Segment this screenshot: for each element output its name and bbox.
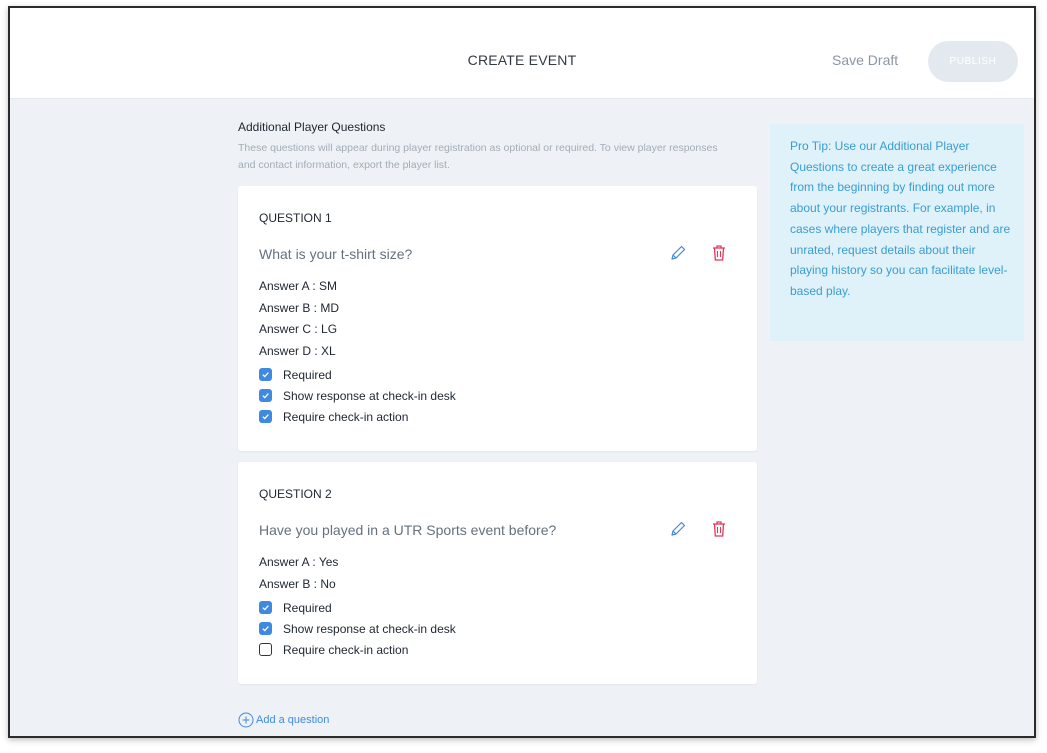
section-description: These questions will appear during playe…: [238, 142, 718, 171]
require-action-checkbox[interactable]: [259, 643, 272, 656]
question-label: QUESTION 2: [259, 487, 332, 501]
answer-list: Answer A : SM Answer B : MD Answer C : L…: [259, 276, 339, 362]
required-option[interactable]: Required: [259, 597, 456, 618]
answer-item: Answer A : SM: [259, 279, 338, 293]
answer-item: Answer C : LG: [259, 322, 338, 336]
answer-list: Answer A : Yes Answer B : No: [259, 552, 338, 595]
required-checkbox[interactable]: [259, 601, 272, 614]
trash-icon[interactable]: [709, 519, 729, 539]
plus-circle-icon: [238, 712, 254, 728]
check-icon: [262, 414, 269, 420]
add-question-label: Add a question: [256, 714, 330, 726]
publish-button[interactable]: PUBLISH: [928, 41, 1018, 82]
required-option[interactable]: Required: [259, 364, 456, 385]
show-response-label: Show response at check-in desk: [283, 621, 456, 636]
check-icon: [262, 626, 269, 632]
answer-item: Answer B : No: [259, 576, 336, 591]
question-text: What is your t-shirt size?: [259, 246, 413, 262]
answer-item: Answer B : MD: [259, 300, 340, 315]
required-checkbox[interactable]: [259, 368, 272, 381]
show-response-option[interactable]: Show response at check-in desk: [259, 618, 456, 639]
check-icon: [262, 605, 269, 611]
section-title: Additional Player Questions: [238, 120, 386, 134]
answer-item: Answer D : XL: [259, 343, 336, 358]
option-checkboxes: Required Show response at check-in desk …: [259, 364, 456, 427]
save-draft-button[interactable]: Save Draft: [832, 52, 898, 68]
question-card: QUESTION 2 Have you played in a UTR Spor…: [238, 462, 757, 684]
top-bar: CREATE EVENT Save Draft PUBLISH: [10, 8, 1034, 99]
require-action-label: Require check-in action: [283, 642, 409, 657]
require-action-option[interactable]: Require check-in action: [259, 406, 456, 427]
require-action-label: Require check-in action: [283, 409, 409, 424]
question-card: QUESTION 1 What is your t-shirt size? An…: [238, 186, 757, 451]
trash-icon[interactable]: [709, 243, 729, 263]
show-response-checkbox[interactable]: [259, 622, 272, 635]
app-window: CREATE EVENT Save Draft PUBLISH Addition…: [8, 6, 1036, 738]
add-question-link[interactable]: Add a question: [238, 712, 329, 728]
required-label: Required: [283, 600, 332, 615]
option-checkboxes: Required Show response at check-in desk …: [259, 597, 456, 660]
question-text: Have you played in a UTR Sports event be…: [259, 522, 557, 538]
show-response-option[interactable]: Show response at check-in desk: [259, 385, 456, 406]
require-action-checkbox[interactable]: [259, 410, 272, 423]
check-icon: [262, 393, 269, 399]
show-response-checkbox[interactable]: [259, 389, 272, 402]
pencil-icon[interactable]: [668, 243, 688, 263]
check-icon: [262, 372, 269, 378]
pencil-icon[interactable]: [668, 519, 688, 539]
pro-tip-panel: Pro Tip: Use our Additional Player Quest…: [770, 124, 1024, 341]
question-label: QUESTION 1: [259, 211, 332, 225]
show-response-label: Show response at check-in desk: [283, 388, 456, 403]
required-label: Required: [283, 367, 332, 382]
require-action-option[interactable]: Require check-in action: [259, 639, 456, 660]
answer-item: Answer A : Yes: [259, 555, 339, 569]
